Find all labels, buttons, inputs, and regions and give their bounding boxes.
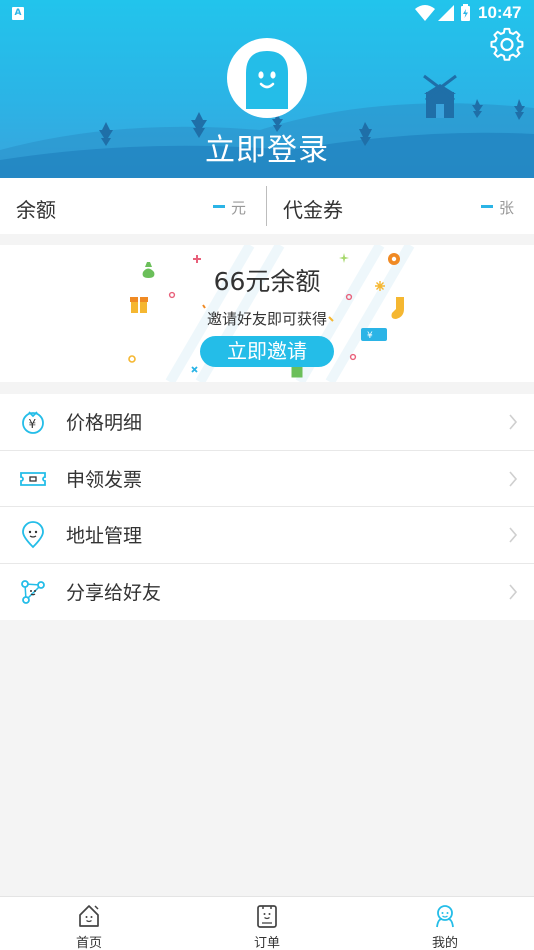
- order-icon: [257, 905, 277, 928]
- status-bar: A 10:47: [0, 0, 534, 28]
- menu-item-label: 申领发票: [66, 468, 143, 491]
- voucher-label: 代金券: [283, 198, 343, 222]
- bottom-tab-bar: 首页 订单 我的: [0, 896, 534, 950]
- profile-icon: [436, 905, 454, 928]
- profile-header: A 10:47 立即登录: [0, 0, 534, 178]
- battery-icon: [461, 4, 470, 21]
- invite-title: 66元余额: [213, 267, 321, 296]
- invite-banner[interactable]: ¥ 66元余额 邀请好友即可获得 立即邀请: [0, 245, 534, 382]
- ghost-avatar-icon: [246, 51, 288, 109]
- login-button[interactable]: 立即登录: [0, 125, 534, 169]
- svg-text:¥: ¥: [367, 331, 373, 341]
- app-notification-icon: A: [12, 7, 24, 20]
- cellular-signal-icon: [438, 5, 454, 21]
- menu-item-invoice[interactable]: 申领发票: [0, 451, 534, 507]
- balance-cell[interactable]: 余额 元: [0, 178, 266, 234]
- invoice-ticket-icon: [20, 471, 46, 486]
- status-clock: 10:47: [478, 3, 522, 22]
- menu-item-label: 分享给好友: [66, 581, 162, 604]
- menu-item-address[interactable]: 地址管理: [0, 507, 534, 564]
- svg-text:¥: ¥: [29, 417, 37, 431]
- avatar[interactable]: [227, 38, 307, 118]
- location-pin-icon: [22, 521, 44, 549]
- tab-orders[interactable]: 订单: [227, 897, 307, 950]
- price-tag-icon: ¥: [22, 411, 44, 434]
- balance-label: 余额: [16, 198, 56, 222]
- tab-label: 首页: [75, 936, 102, 950]
- coupon-ticket-icon: ¥: [361, 328, 387, 341]
- balance-row: 余额 元 代金券 张: [0, 178, 534, 234]
- chevron-right-icon: [509, 470, 518, 487]
- share-nodes-icon: [21, 579, 45, 604]
- invite-now-button[interactable]: 立即邀请: [200, 336, 334, 367]
- wifi-icon: [415, 5, 435, 21]
- balance-value: [213, 205, 225, 208]
- menu-item-label: 地址管理: [66, 525, 143, 547]
- voucher-cell[interactable]: 代金券 张: [267, 178, 534, 234]
- home-icon: [79, 905, 99, 927]
- tab-label: 订单: [253, 936, 280, 950]
- invite-subtitle: 邀请好友即可获得: [206, 310, 327, 328]
- balance-unit: 元: [231, 199, 247, 217]
- tab-home[interactable]: 首页: [49, 897, 129, 950]
- menu-list: ¥ 价格明细 申领发票 地址管理 分享给好友: [0, 394, 534, 620]
- tab-label: 我的: [431, 936, 458, 950]
- chevron-right-icon: [509, 527, 518, 543]
- gear-icon[interactable]: [489, 27, 525, 63]
- voucher-unit: 张: [499, 199, 515, 217]
- chevron-right-icon: [509, 583, 518, 600]
- tab-mine[interactable]: 我的: [405, 897, 485, 950]
- menu-item-price-details[interactable]: ¥ 价格明细: [0, 394, 534, 451]
- chevron-right-icon: [509, 414, 518, 430]
- status-icons: [415, 4, 470, 21]
- voucher-value: [481, 205, 493, 208]
- menu-item-share[interactable]: 分享给好友: [0, 564, 534, 621]
- menu-item-label: 价格明细: [66, 412, 143, 434]
